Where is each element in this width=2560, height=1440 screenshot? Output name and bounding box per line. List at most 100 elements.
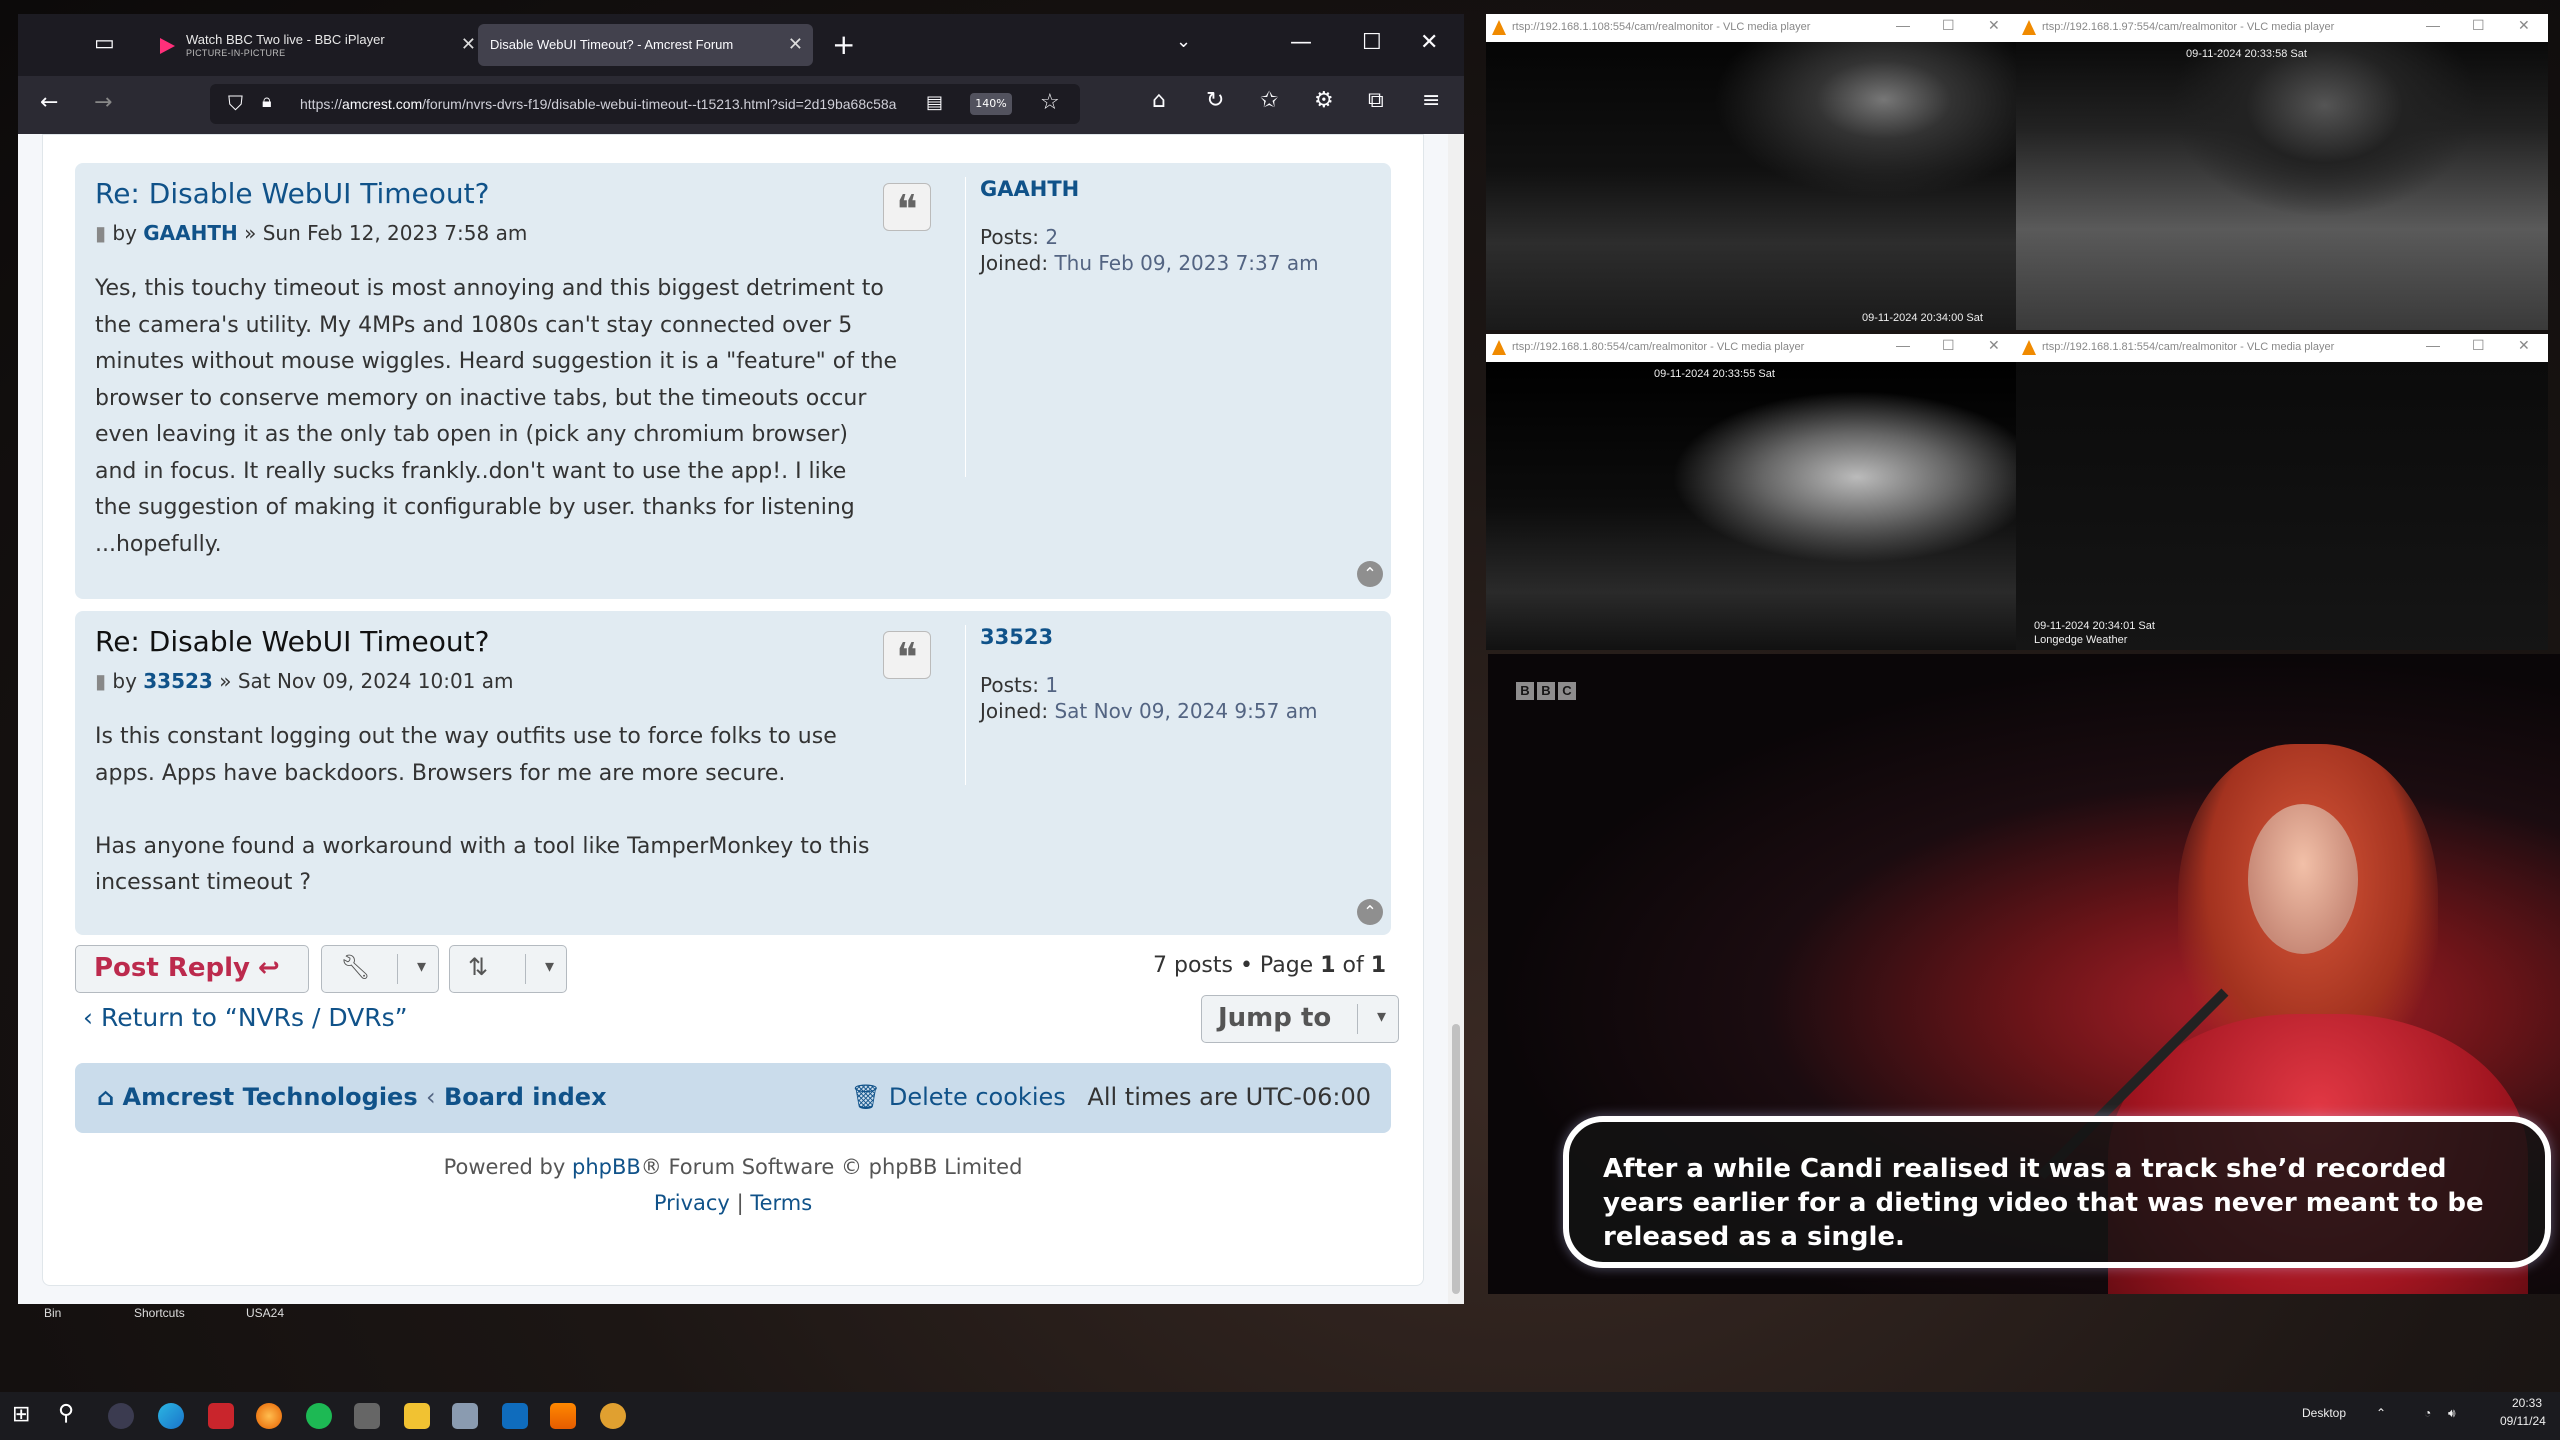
firefox-view-icon[interactable]: ▭ <box>94 31 115 56</box>
tab-amcrest-forum[interactable]: Disable WebUI Timeout? - Amcrest Forum ✕ <box>478 24 813 66</box>
quote-button[interactable]: ❝ <box>883 631 931 681</box>
desktop-icon-usa24[interactable]: USA24 <box>246 1306 284 1320</box>
close-tab-icon[interactable]: ✕ <box>461 34 476 55</box>
app-icon[interactable] <box>108 1403 134 1429</box>
search-icon[interactable]: ⚲ <box>58 1401 84 1427</box>
profile-username[interactable]: GAAHTH <box>980 177 1319 201</box>
camera-feed[interactable]: 09-11-2024 20:34:00 Sat <box>1486 42 2016 330</box>
terms-link[interactable]: Terms <box>750 1191 812 1215</box>
footer-home-link[interactable]: Amcrest Technologies <box>123 1083 418 1111</box>
volume-icon[interactable]: 🔊︎ <box>2448 1406 2456 1421</box>
scrollbar-thumb[interactable] <box>1452 1024 1460 1294</box>
post-author[interactable]: GAAHTH <box>143 221 238 245</box>
zoom-indicator[interactable]: 140% <box>970 93 1012 115</box>
minimize-icon[interactable]: — <box>2426 17 2440 33</box>
maximize-icon[interactable]: ☐ <box>1942 337 1955 354</box>
vlc-titlebar[interactable]: rtsp://192.168.1.97:554/cam/realmonitor … <box>2016 14 2548 42</box>
topic-tools-button[interactable]: 🔧︎ ▾ <box>321 945 439 993</box>
scrollbar[interactable] <box>1448 134 1464 1304</box>
minimize-icon[interactable]: — <box>1896 17 1910 33</box>
minimize-icon[interactable]: — <box>1290 30 1312 55</box>
app-icon[interactable] <box>208 1403 234 1429</box>
video-scene <box>2248 804 2358 954</box>
clock-date[interactable]: 09/11/24 <box>2500 1414 2546 1428</box>
bookmark-star-icon[interactable]: ☆ <box>1040 90 1060 115</box>
sort-button[interactable]: ⇅ ▾ <box>449 945 567 993</box>
close-window-icon[interactable]: ✕ <box>1420 30 1438 55</box>
quote-button[interactable]: ❝ <box>883 183 931 233</box>
profile-posts-count[interactable]: 2 <box>1045 225 1058 249</box>
tab-bbc-iplayer[interactable]: Watch BBC Two live - BBC iPlayer PICTURE… <box>146 24 486 66</box>
vlc-titlebar[interactable]: rtsp://192.168.1.80:554/cam/realmonitor … <box>1486 334 2016 362</box>
reload-icon[interactable]: ↻ <box>1206 88 1224 113</box>
camera-feed[interactable]: 09-11-2024 20:33:58 Sat <box>2016 42 2548 330</box>
profile-username[interactable]: 33523 <box>980 625 1317 649</box>
camera-timestamp: 09-11-2024 20:34:00 Sat <box>1862 312 1983 324</box>
close-window-icon[interactable]: ✕ <box>2518 337 2530 354</box>
firefox-icon[interactable] <box>256 1403 282 1429</box>
post: Re: Disable WebUI Timeout? ❝ ▮ by GAAHTH… <box>75 163 1391 599</box>
new-tab-icon[interactable]: + <box>832 28 855 61</box>
footer-board-index-link[interactable]: Board index <box>444 1083 607 1111</box>
app-icon[interactable] <box>600 1403 626 1429</box>
forward-icon[interactable]: → <box>94 90 112 115</box>
network-icon[interactable]: ◔ <box>2424 1406 2431 1420</box>
post-title[interactable]: Re: Disable WebUI Timeout? <box>95 625 489 658</box>
file-explorer-icon[interactable] <box>404 1403 430 1429</box>
return-link[interactable]: ‹ Return to “NVRs / DVRs” <box>83 1003 408 1032</box>
spotify-icon[interactable] <box>306 1403 332 1429</box>
close-window-icon[interactable]: ✕ <box>1988 337 2000 354</box>
reply-arrow-icon: ↩ <box>258 953 280 983</box>
maximize-icon[interactable]: ☐ <box>1362 30 1382 55</box>
maximize-icon[interactable]: ☐ <box>2472 17 2485 34</box>
camera-feed[interactable]: 09-11-2024 20:33:55 Sat <box>1486 362 2016 650</box>
extensions-icon[interactable]: ⧉ <box>1368 88 1384 113</box>
app-icon[interactable] <box>354 1403 380 1429</box>
post-author[interactable]: 33523 <box>143 669 213 693</box>
desktop-icon-shortcuts[interactable]: Shortcuts <box>134 1306 185 1320</box>
back-to-top-icon[interactable]: ⌃ <box>1357 899 1383 925</box>
back-to-top-icon[interactable]: ⌃ <box>1357 561 1383 587</box>
settings-gear-icon[interactable]: ⚙ <box>1314 88 1334 113</box>
menu-icon[interactable]: ≡ <box>1422 88 1440 113</box>
delete-cookies-link[interactable]: Delete cookies <box>889 1083 1066 1111</box>
picture-in-picture-video[interactable]: BBC After a while Candi realised it was … <box>1488 654 2560 1294</box>
desktop-icon-bin[interactable]: Bin <box>44 1306 61 1320</box>
maximize-icon[interactable]: ☐ <box>1942 17 1955 34</box>
start-icon[interactable]: ⊞ <box>12 1402 38 1428</box>
post-title[interactable]: Re: Disable WebUI Timeout? <box>95 177 489 210</box>
url-text[interactable]: https://amcrest.com/forum/nvrs-dvrs-f19/… <box>300 96 910 112</box>
privacy-link[interactable]: Privacy <box>654 1191 730 1215</box>
vlc-icon[interactable] <box>550 1403 576 1429</box>
clock-time[interactable]: 20:33 <box>2512 1396 2542 1410</box>
shield-icon[interactable]: ⛉ <box>228 91 243 115</box>
phpbb-link[interactable]: phpBB <box>572 1155 641 1179</box>
close-window-icon[interactable]: ✕ <box>1988 17 2000 34</box>
tray-chevron-icon[interactable]: ⌃ <box>2376 1406 2386 1420</box>
outlook-icon[interactable] <box>502 1403 528 1429</box>
vlc-cone-icon <box>1492 20 1506 35</box>
vlc-title: rtsp://192.168.1.81:554/cam/realmonitor … <box>2042 341 2335 353</box>
vlc-titlebar[interactable]: rtsp://192.168.1.108:554/cam/realmonitor… <box>1486 14 2016 42</box>
reader-view-icon[interactable]: ▤ <box>926 92 943 113</box>
edge-icon[interactable] <box>158 1403 184 1429</box>
close-window-icon[interactable]: ✕ <box>2518 17 2530 34</box>
post-profile: GAAHTH Posts: 2 Joined: Thu Feb 09, 2023… <box>965 177 1319 477</box>
list-tabs-icon[interactable]: ⌄ <box>1176 31 1191 52</box>
lock-icon[interactable]: 🔒︎ <box>262 91 272 112</box>
camera-feed[interactable]: 09-11-2024 20:34:01 Sat Longedge Weather <box>2016 362 2548 650</box>
back-icon[interactable]: ← <box>40 90 58 115</box>
home-icon[interactable]: ⌂ <box>1152 88 1166 113</box>
minimize-icon[interactable]: — <box>1896 337 1910 353</box>
app-icon[interactable] <box>452 1403 478 1429</box>
post-reply-button[interactable]: Post Reply ↩ <box>75 945 309 993</box>
close-tab-icon[interactable]: ✕ <box>788 34 803 55</box>
minimize-icon[interactable]: — <box>2426 337 2440 353</box>
maximize-icon[interactable]: ☐ <box>2472 337 2485 354</box>
jump-to-button[interactable]: Jump to ▾ <box>1201 995 1399 1043</box>
profile-posts-count[interactable]: 1 <box>1045 673 1058 697</box>
vlc-titlebar[interactable]: rtsp://192.168.1.81:554/cam/realmonitor … <box>2016 334 2548 362</box>
desktop-label[interactable]: Desktop <box>2302 1406 2346 1420</box>
url-bar[interactable]: ⛉ 🔒︎ https://amcrest.com/forum/nvrs-dvrs… <box>210 84 1080 124</box>
bookmarks-icon[interactable]: ✩ <box>1260 88 1278 113</box>
